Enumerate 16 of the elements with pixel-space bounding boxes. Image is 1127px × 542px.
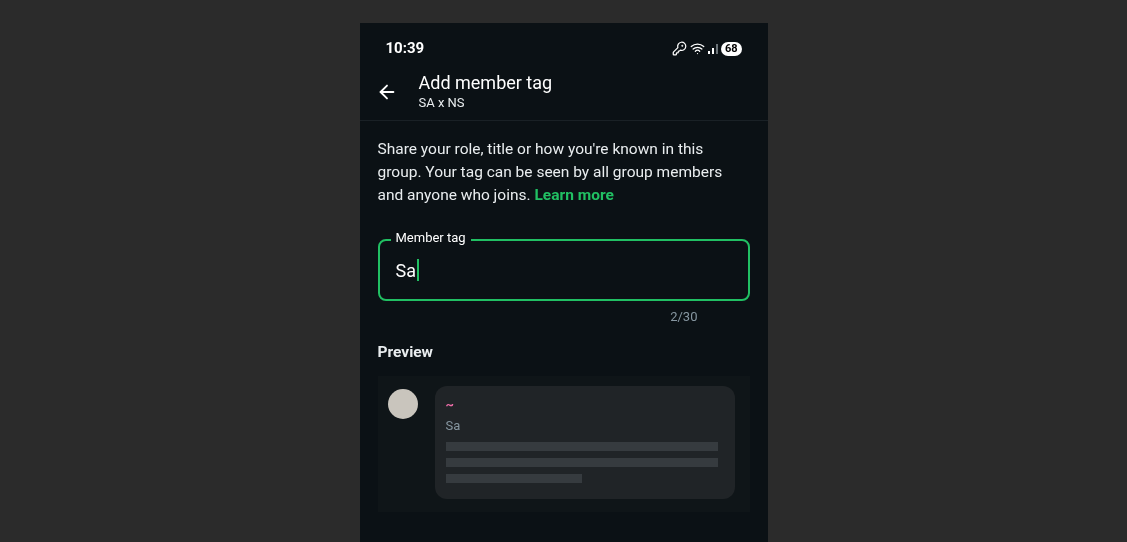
description-text: Share your role, title or how you're known in this group. Your tag can be seen by all group members and anyone who joins. Learn more: [376, 139, 724, 206]
signal-icon: [707, 43, 718, 54]
key-icon: [671, 41, 687, 56]
member-tag-text: Sa: [445, 416, 462, 435]
text-cursor: [417, 259, 419, 281]
status-time: 10:39: [385, 38, 425, 60]
character-counter: 2/30: [670, 308, 698, 326]
battery-level: 68: [720, 41, 742, 56]
sender-name: ~: [445, 395, 455, 414]
field-label: Member tag: [390, 230, 471, 246]
group-name: SA x NS: [418, 93, 466, 112]
wifi-icon: [689, 41, 705, 56]
page-title: Add member tag: [418, 71, 553, 94]
learn-more-link[interactable]: Learn more: [534, 186, 614, 204]
avatar: [387, 388, 418, 419]
preview-heading: Preview: [376, 341, 434, 363]
